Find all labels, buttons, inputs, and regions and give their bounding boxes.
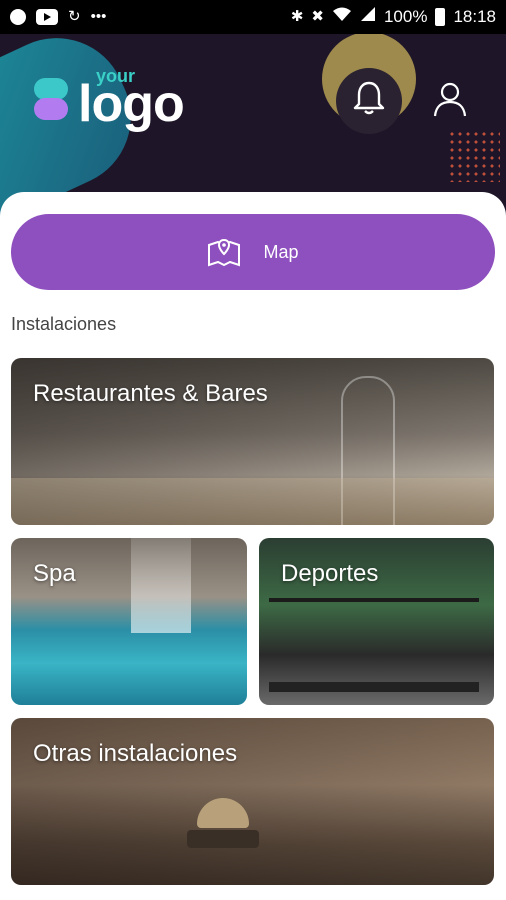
tile-label: Deportes <box>281 560 379 587</box>
youtube-icon <box>36 9 58 25</box>
tile-otras-instalaciones[interactable]: Otras instalaciones <box>11 718 494 885</box>
logo-mark-bottom <box>34 98 68 120</box>
desk-bell-base <box>187 830 259 848</box>
mute-icon: ✖ <box>311 8 324 25</box>
clock: 18:18 <box>453 7 496 26</box>
map-button-label: Map <box>263 241 299 262</box>
map-icon <box>208 238 241 267</box>
battery-icon <box>435 8 446 26</box>
battery-percent: 100% <box>383 7 428 26</box>
main-content: Map Instalaciones Restaurantes & Bares S… <box>0 192 506 900</box>
bluetooth-icon: ✱ <box>290 8 304 25</box>
logo-mark-top <box>34 78 68 100</box>
notification-dot-icon <box>10 9 26 25</box>
app-logo[interactable]: your logo <box>34 66 204 138</box>
tile-label: Restaurantes & Bares <box>33 380 268 407</box>
tile-restaurantes-bares[interactable]: Restaurantes & Bares <box>11 358 494 525</box>
status-right-icons: ✱ ✖ 100% 18:18 <box>291 6 496 28</box>
signal-icon <box>360 6 376 28</box>
waterfall-shape <box>131 538 191 633</box>
bell-icon[interactable] <box>352 80 386 116</box>
tile-label: Spa <box>33 560 76 587</box>
treadmill-shape <box>269 598 479 692</box>
sync-icon: ↻ <box>68 8 81 25</box>
user-profile-icon[interactable] <box>432 80 468 118</box>
wifi-icon <box>332 6 352 28</box>
map-button[interactable]: Map <box>11 214 495 290</box>
tile-label: Otras instalaciones <box>33 740 238 767</box>
tile-deportes[interactable]: Deportes <box>259 538 494 705</box>
decorative-dots <box>448 130 500 182</box>
tile-spa[interactable]: Spa <box>11 538 247 705</box>
status-bar: ↻ ••• ✱ ✖ 100% 18:18 <box>0 0 506 34</box>
status-left-icons: ↻ ••• <box>10 7 106 27</box>
desk-bell-shape <box>197 798 249 828</box>
logo-main-text: logo <box>78 75 185 133</box>
table-surface <box>11 478 494 525</box>
section-title: Instalaciones <box>11 314 117 334</box>
more-icon: ••• <box>90 8 107 25</box>
